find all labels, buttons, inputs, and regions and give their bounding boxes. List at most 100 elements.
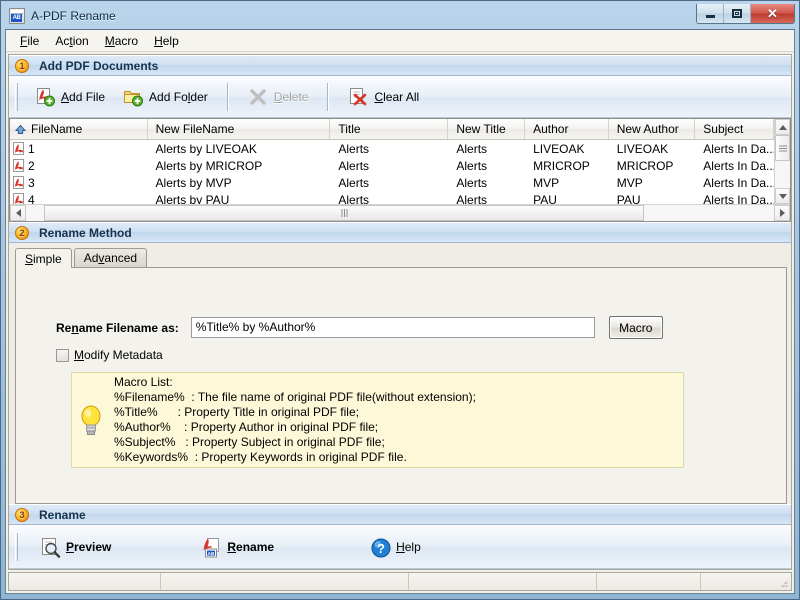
cell-title: Alerts [330,191,448,204]
menu-item-help[interactable]: Help [146,31,187,51]
cell-filename-index: 2 [28,159,35,173]
cell-author: LIVEOAK [525,140,609,157]
column-header-new-author[interactable]: New Author [609,119,696,139]
delete-icon [248,87,268,107]
column-header-new-filename-label: New FileName [156,122,235,136]
add-file-button[interactable]: Add File [26,82,114,112]
menu-item-file[interactable]: File [12,31,47,51]
rename-button[interactable]: AB Rename [192,532,283,562]
cell-new-filename: Alerts by MRICROP [148,157,331,174]
table-row[interactable]: 3 Alerts by MVP Alerts Alerts MVP MVP Al… [10,174,774,191]
scroll-right-button[interactable] [774,205,790,221]
table-row[interactable]: 1 Alerts by LIVEOAK Alerts Alerts LIVEOA… [10,140,774,157]
cell-filename: 3 [10,174,148,191]
scroll-left-button[interactable] [10,205,26,221]
rename-toolbar-grip[interactable] [15,533,18,561]
preview-button[interactable]: Preview [26,532,120,562]
scroll-down-button[interactable] [775,188,790,204]
macro-line-4: %Subject% : Property Subject in original… [114,435,683,450]
macro-line-0: Macro List: [114,375,683,390]
step-header-rename: 3 Rename [9,504,791,525]
macro-line-5: %Keywords% : Property Keywords in origin… [114,450,683,465]
step-badge-3: 3 [15,508,29,522]
svg-text:AB: AB [208,550,215,555]
add-folder-button[interactable]: Add Folder [114,82,217,112]
cell-filename-index: 1 [28,142,35,156]
chevron-right-icon [780,209,785,217]
menu-item-macro[interactable]: Macro [97,31,146,51]
title-bar: AB A-PDF Rename ✕ [5,5,795,27]
cell-new-author: MRICROP [609,157,696,174]
step-badge-2: 2 [15,226,29,240]
resize-grip[interactable] [777,573,791,590]
pdf-file-icon [13,142,26,156]
pdf-file-icon [13,159,26,173]
chevron-left-icon [16,209,21,217]
list-header-row: FileName New FileName Title New Title [10,119,774,140]
cell-new-title: Alerts [448,157,525,174]
rename-action-toolbar: Preview AB Rename [9,525,791,569]
pdf-file-list[interactable]: FileName New FileName Title New Title [9,118,791,222]
simple-tab-page: Rename Filename as: %Title% by %Author% … [15,267,787,504]
tab-simple[interactable]: Simple [15,248,72,268]
help-button[interactable]: ? Help [361,532,430,562]
step-badge-1: 1 [15,59,29,73]
client-area: File Action Macro Help 1 Add PDF Documen… [5,29,795,594]
cell-title: Alerts [330,157,448,174]
cell-new-title: Alerts [448,140,525,157]
column-header-author-label: Author [533,122,568,136]
window-title: A-PDF Rename [31,9,116,23]
scroll-up-button[interactable] [775,119,790,135]
horizontal-scroll-track[interactable] [26,205,774,221]
toolbar-separator [227,83,229,111]
tab-advanced[interactable]: Advanced [74,248,147,267]
rename-filename-label: Rename Filename as: [56,321,179,335]
cell-filename: 2 [10,157,148,174]
modify-metadata-checkbox[interactable] [56,349,69,362]
svg-text:?: ? [377,541,385,556]
status-panel-4 [597,573,701,590]
list-horizontal-scrollbar[interactable] [10,204,790,221]
delete-button[interactable]: Delete [239,82,318,112]
maximize-button[interactable] [724,4,751,23]
help-question-icon: ? [370,537,390,557]
column-header-new-author-label: New Author [617,122,679,136]
status-panel-1 [9,573,161,590]
macro-list-infobox: Macro List: %Filename% : The file name o… [71,372,684,468]
column-header-new-title-label: New Title [456,122,505,136]
column-header-title[interactable]: Title [330,119,448,139]
vertical-scroll-thumb[interactable] [775,135,790,161]
clear-all-button[interactable]: Clear All [339,82,428,112]
cell-new-filename: Alerts by LIVEOAK [148,140,331,157]
modify-metadata-row[interactable]: Modify Metadata [56,348,163,362]
column-header-subject[interactable]: Subject [695,119,774,139]
rename-pattern-input[interactable]: %Title% by %Author% [191,317,595,338]
column-header-new-title[interactable]: New Title [448,119,525,139]
menu-item-action[interactable]: Action [47,31,96,51]
status-bar [8,572,792,591]
list-rows: 1 Alerts by LIVEOAK Alerts Alerts LIVEOA… [10,140,774,204]
toolbar-grip[interactable] [15,83,18,111]
column-header-author[interactable]: Author [525,119,609,139]
column-header-filename[interactable]: FileName [10,119,148,139]
cell-title: Alerts [330,140,448,157]
cell-subject: Alerts In Da... [695,174,774,191]
cell-filename-index: 3 [28,176,35,190]
vertical-scroll-track[interactable] [775,135,790,188]
list-vertical-scrollbar[interactable] [774,119,790,204]
grip-icon [779,145,787,152]
table-row[interactable]: 2 Alerts by MRICROP Alerts Alerts MRICRO… [10,157,774,174]
horizontal-scroll-thumb[interactable] [44,205,644,221]
cell-filename: 4 [10,191,148,204]
minimize-button[interactable] [697,4,724,23]
add-documents-toolbar: Add File Add Folder [9,76,791,118]
clear-all-icon [348,87,368,107]
toolbar-separator-2 [327,83,329,111]
add-folder-label: Add Folder [149,90,208,104]
close-button[interactable]: ✕ [751,4,794,23]
close-icon: ✕ [767,7,778,20]
macro-button[interactable]: Macro [609,316,663,339]
table-row[interactable]: 4 Alerts by PAU Alerts Alerts PAU PAU Al… [10,191,774,204]
column-header-new-filename[interactable]: New FileName [148,119,331,139]
status-panel-5 [701,573,777,590]
